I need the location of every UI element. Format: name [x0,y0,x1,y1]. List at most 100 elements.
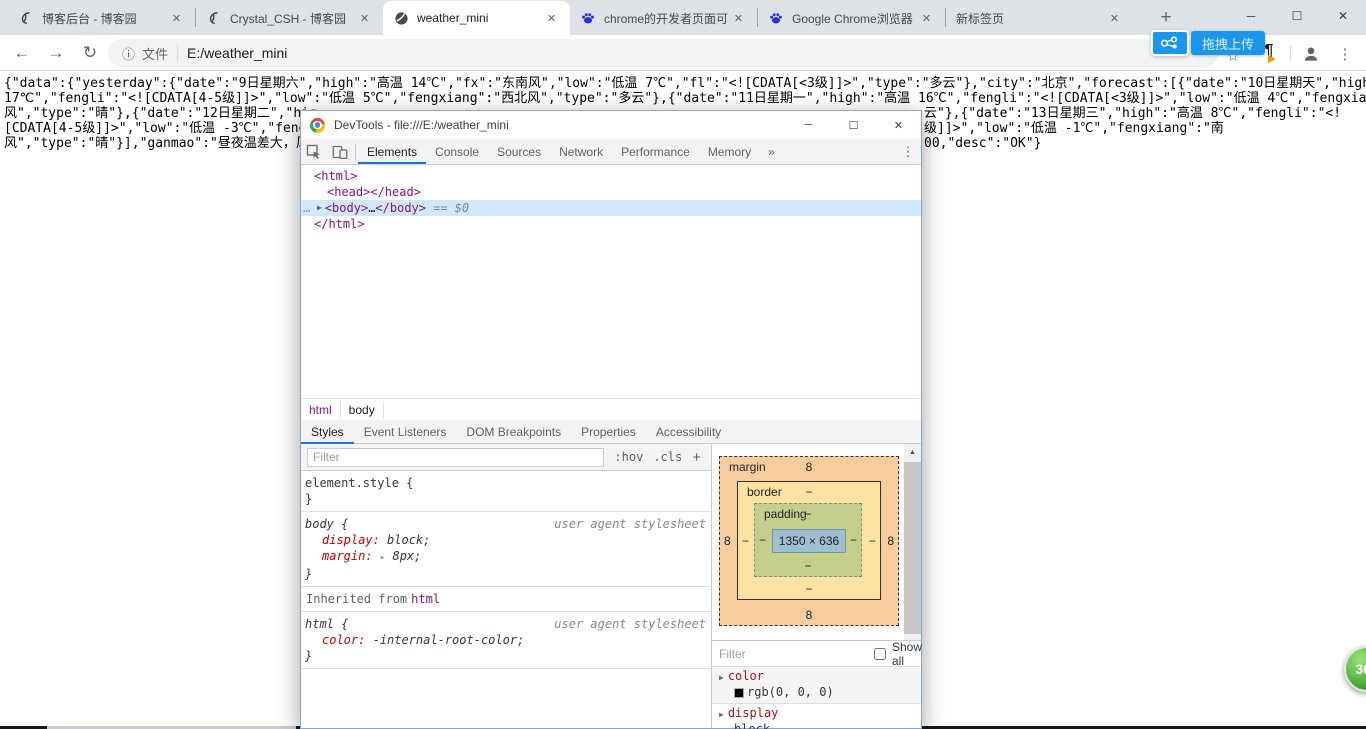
baidu-icon [768,10,784,26]
sidebar-tabs: Styles Event Listeners DOM Breakpoints P… [301,420,921,444]
browser-menu-icon[interactable]: ⋮ [1334,43,1356,65]
tab-dom-breakpoints[interactable]: DOM Breakpoints [456,420,571,444]
cnblogs-icon [18,10,34,26]
devtools-titlebar[interactable]: DevTools - file:///E:/weather_mini ─ ☐ ✕ [301,111,921,139]
window-maximize-button[interactable]: ☐ [1274,0,1320,32]
page-info-icon[interactable]: ⓘ [122,44,135,63]
css-property[interactable]: display: block; [305,532,707,548]
reload-button[interactable]: ↻ [78,41,102,65]
inspect-element-icon[interactable] [301,139,327,164]
devtools-tab-elements[interactable]: Elements [358,139,426,164]
window-close-button[interactable]: ✕ [1320,0,1366,32]
address-bar[interactable]: ⓘ 文件 E:/weather_mini [108,39,1218,67]
devtools-maximize-button[interactable]: ☐ [831,111,876,139]
tab-properties[interactable]: Properties [571,420,646,444]
computed-filter-bar: Show all [712,639,923,668]
cnblogs-icon [206,10,222,26]
tab-close-icon[interactable]: ✕ [918,10,935,27]
toggle-pseudo-button[interactable]: :hov [614,450,643,464]
expand-arrow-icon[interactable]: ▶ [719,673,724,682]
breadcrumb-html[interactable]: html [301,401,340,419]
tab-close-icon[interactable]: ✕ [1106,10,1123,27]
computed-property-value: block [734,722,771,729]
border-bottom-value: − [805,582,813,596]
devtools-tab-console[interactable]: Console [426,139,488,164]
computed-property-color[interactable]: ▶ color rgb(0, 0, 0) [712,667,921,704]
rule-origin: user agent stylesheet [554,617,706,631]
devtools-tab-network[interactable]: Network [550,139,612,164]
computed-property-display[interactable]: ▶ display block [712,704,921,729]
scrollbar-thumb[interactable] [904,462,921,634]
upload-overlay-label: 拖拽上传 [1191,31,1266,55]
tab-chrome-devpage[interactable]: chrome的开发者页面可 ✕ [570,1,757,35]
url-text: E:/weather_mini [187,45,288,61]
devtools-tab-memory[interactable]: Memory [699,139,760,164]
tab-weather-mini[interactable]: weather_mini ✕ [383,1,570,35]
computed-property-name: display [727,706,779,720]
body-rule-close: } [305,567,313,581]
devtools-minimize-button[interactable]: ─ [786,111,831,139]
property-name: display: [322,533,380,547]
computed-filter-input[interactable] [719,646,874,661]
device-toolbar-icon[interactable] [327,139,353,164]
tab-close-icon[interactable]: ✕ [730,10,747,27]
show-all-label: Show all [892,639,923,668]
metrics-scrollbar[interactable]: ▲ [904,444,921,640]
tree-node-body-selected[interactable]: … ▶ <body> … </body> == $0 [301,200,921,216]
tree-node-html-open[interactable]: <html> [301,168,921,184]
tree-node-html-close[interactable]: </html> [301,216,921,232]
body-collapsed-ellipsis[interactable]: … [368,200,375,216]
tree-node-head[interactable]: <head></head> [301,184,921,200]
expand-arrow-icon[interactable]: ▶ [719,710,724,719]
json-text-line: 云"},{"date":"13日星期三","high":"高温 8℃","fen… [924,106,1342,121]
devtools-menu-icon[interactable]: ⋮ [895,144,921,160]
inherited-tag-link[interactable]: html [411,592,440,606]
tab-crystal-csh[interactable]: Crystal_CSH - 博客园 ✕ [196,1,383,35]
html-rule[interactable]: user agent stylesheet html { color: -int… [301,612,711,669]
expand-arrow-icon[interactable]: ▶ [317,200,322,216]
css-property[interactable]: color: -internal-root-color; [305,632,707,648]
profile-avatar-icon[interactable] [1300,43,1322,65]
tab-new-tab[interactable]: 新标签页 ✕ [946,1,1133,35]
border-left-value: − [742,533,750,548]
styles-filter-input[interactable] [307,447,605,467]
tab-google-chrome[interactable]: Google Chrome浏览器 ✕ [758,1,945,35]
element-style-close: } [305,492,313,506]
margin-right-value: 8 [887,534,894,548]
devtools-close-button[interactable]: ✕ [876,111,921,139]
devtools-tab-sources[interactable]: Sources [488,139,550,164]
show-all-checkbox[interactable] [874,647,886,660]
tab-styles[interactable]: Styles [301,420,354,444]
element-style-open: element.style { [305,476,414,490]
computed-properties-list: ▶ color rgb(0, 0, 0) ▶ display block [712,667,921,729]
tab-close-icon[interactable]: ✕ [168,10,185,27]
css-property[interactable]: margin: ▸ 8px; [305,548,707,566]
devtools-tab-performance[interactable]: Performance [612,139,699,164]
json-text-line: [CDATA[4-5级]]>","low":"低温 -3℃","fengxi [4,121,323,136]
tab-blog-admin[interactable]: 博客后台 - 博客园 ✕ [8,1,195,35]
breadcrumb-body[interactable]: body [339,400,384,419]
element-style-rule[interactable]: element.style { } [301,471,711,512]
forward-button[interactable]: → [44,41,68,65]
property-value: -internal-root-color; [365,633,525,647]
tab-title: weather_mini [417,11,489,25]
padding-bottom-value: − [804,559,812,573]
window-minimize-button[interactable]: ─ [1228,0,1274,32]
padding-top-value: − [804,507,812,521]
node-menu-icon[interactable]: … [303,200,317,216]
tab-title: 新标签页 [956,11,1005,26]
tab-close-icon[interactable]: ✕ [356,10,373,27]
body-close-tag: </body> [375,201,426,215]
back-button[interactable]: ← [10,41,34,65]
tab-event-listeners[interactable]: Event Listeners [354,420,457,444]
new-style-rule-button[interactable]: + [692,449,701,466]
toggle-class-button[interactable]: .cls [653,450,682,464]
body-rule[interactable]: user agent stylesheet body { display: bl… [301,512,711,587]
tab-accessibility[interactable]: Accessibility [646,420,731,444]
scheme-chip: 文件 [142,46,169,62]
property-value: 8px; [392,549,422,563]
more-tabs-chevron-icon[interactable]: » [760,145,783,159]
tab-close-icon[interactable]: ✕ [543,10,560,27]
new-tab-button[interactable]: + [1152,4,1180,32]
scroll-up-arrow-icon[interactable]: ▲ [904,444,921,460]
